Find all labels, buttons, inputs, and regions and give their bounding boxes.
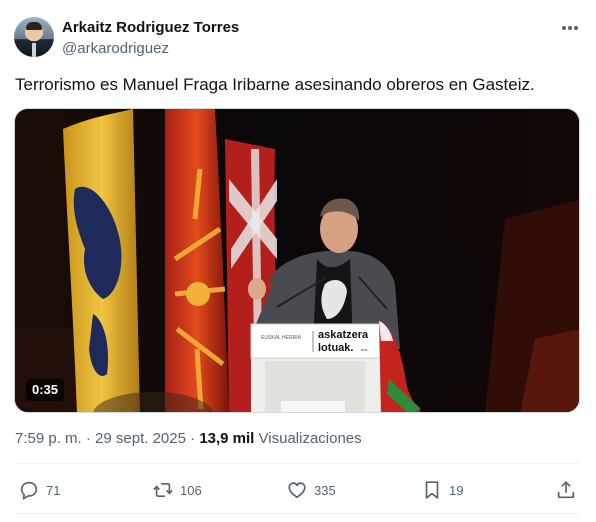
more-dots-icon (562, 26, 578, 30)
video-player[interactable]: EUSKAL HERRIA askatzera lotuak. eus (14, 108, 580, 413)
podium-brand-line1: askatzera (318, 329, 369, 341)
meta-separator-2: · (190, 430, 196, 447)
views-label: Visualizaciones (258, 430, 362, 447)
like-count: 335 (314, 482, 336, 498)
author-handle[interactable]: @arkarodriguez (62, 40, 169, 57)
divider-bottom (14, 513, 580, 514)
podium-brand-suffix: eus (361, 347, 367, 352)
video-frame: EUSKAL HERRIA askatzera lotuak. eus (15, 109, 579, 412)
avatar-tie (32, 43, 36, 57)
avatar[interactable] (14, 17, 54, 57)
meta-separator: · (85, 430, 91, 447)
repost-icon (153, 482, 173, 498)
podium-left-text: EUSKAL HERRIA (261, 335, 301, 341)
views-count: 13,9 mil (199, 430, 255, 447)
reply-button[interactable]: 71 (18, 479, 60, 501)
post-time[interactable]: 7:59 p. m. (15, 430, 82, 447)
tweet: Arkaitz Rodriguez Torres @arkarodriguez … (0, 0, 596, 522)
author-name[interactable]: Arkaitz Rodriguez Torres (62, 19, 239, 36)
bookmark-button[interactable]: 19 (421, 479, 463, 501)
post-date[interactable]: 29 sept. 2025 (95, 430, 186, 447)
reply-icon (20, 481, 38, 500)
heart-icon (288, 482, 306, 499)
repost-count: 106 (180, 482, 202, 498)
share-icon (557, 481, 575, 499)
bookmark-icon (425, 481, 439, 499)
video-duration-badge: 0:35 (26, 379, 65, 401)
more-options-button[interactable] (556, 16, 584, 40)
tweet-text: Terrorismo es Manuel Fraga Iribarne ases… (15, 75, 535, 94)
repost-button[interactable]: 106 (152, 479, 202, 501)
divider-top (14, 463, 580, 464)
avatar-hair (26, 22, 42, 30)
tweet-meta: 7:59 p. m. · 29 sept. 2025 · 13,9 mil Vi… (15, 430, 362, 447)
share-button[interactable] (555, 479, 577, 501)
bookmark-count: 19 (449, 482, 464, 498)
reply-count: 71 (46, 482, 61, 498)
like-button[interactable]: 335 (286, 479, 336, 501)
podium-brand-line2: lotuak. (318, 342, 353, 354)
